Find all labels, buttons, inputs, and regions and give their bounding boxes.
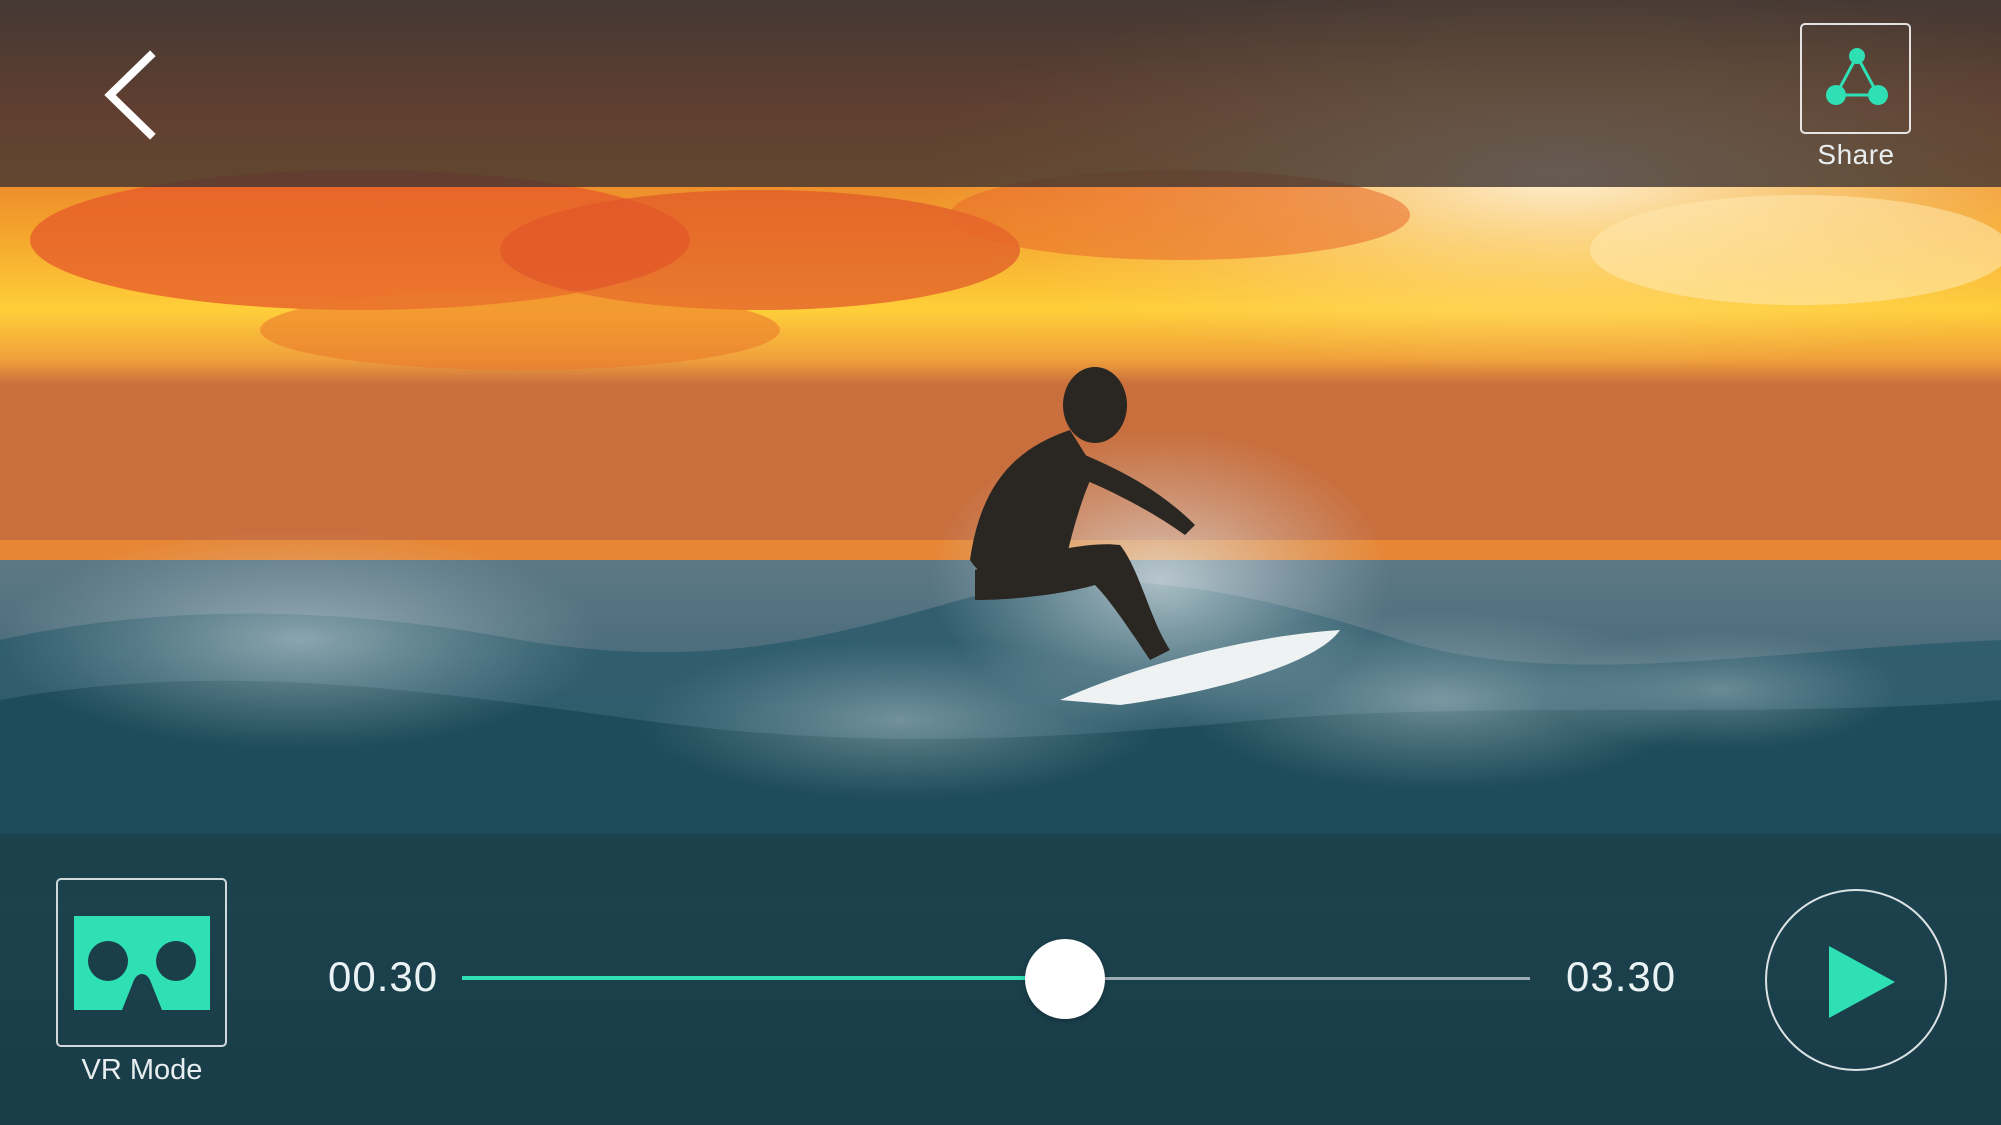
play-button[interactable] xyxy=(1765,889,1947,1071)
vr-mode-button[interactable] xyxy=(56,878,227,1047)
current-time: 00.30 xyxy=(328,953,439,1000)
chevron-left-icon xyxy=(104,50,156,140)
seek-thumb[interactable] xyxy=(1025,939,1106,1019)
play-triangle-icon xyxy=(1829,946,1895,1018)
back-button[interactable] xyxy=(92,40,182,150)
total-duration: 03.30 xyxy=(1566,953,1677,1000)
share-nodes-icon xyxy=(1826,48,1888,105)
seek-bar[interactable] xyxy=(462,939,1530,1019)
vr-headset-icon xyxy=(74,916,210,1010)
share-label: Share xyxy=(1817,139,1895,170)
top-bar xyxy=(0,0,2001,187)
vr-mode-label: VR Mode xyxy=(81,1054,203,1086)
share-button[interactable] xyxy=(1800,23,1911,134)
video-player: Share VR Mode 00.30 03.30 xyxy=(0,0,2001,1125)
seek-progress-fill xyxy=(462,976,1066,980)
